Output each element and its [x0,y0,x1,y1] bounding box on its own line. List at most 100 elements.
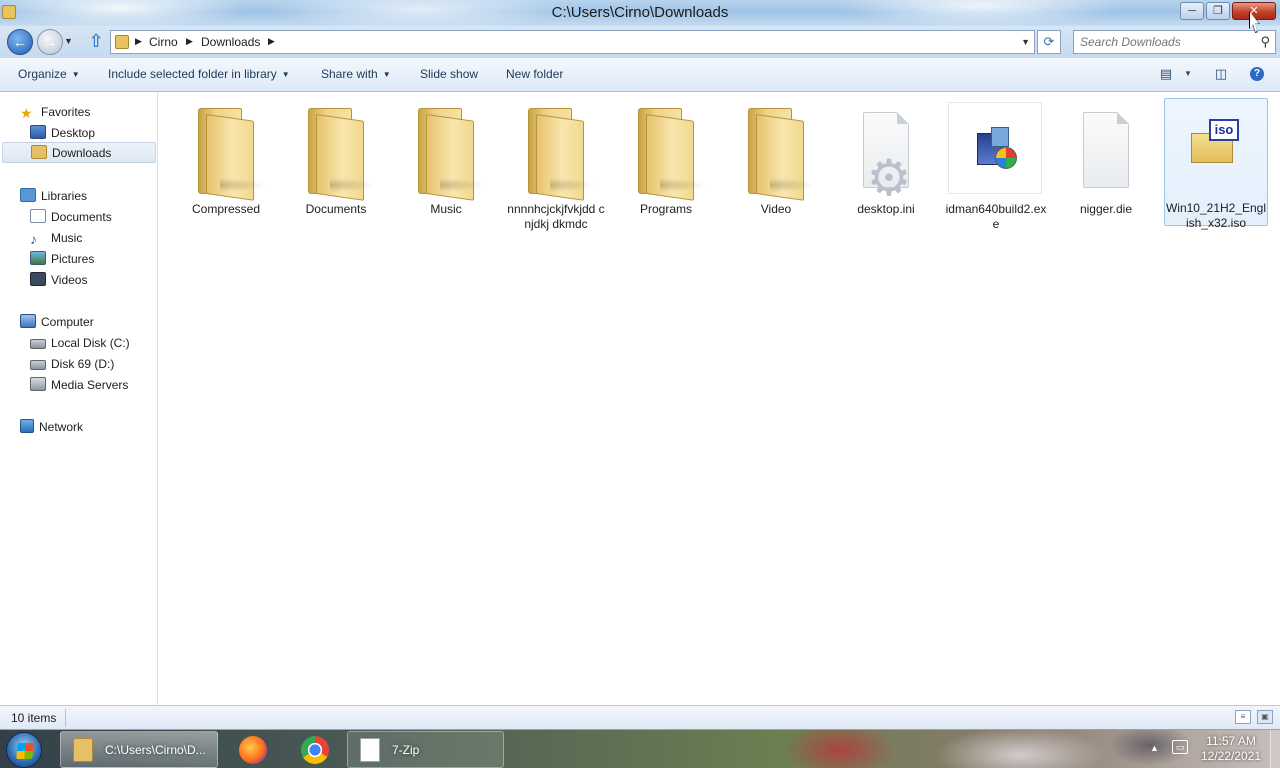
sidebar-item-label: Network [39,420,84,434]
document-icon [360,738,380,762]
sidebar-item-label: Music [51,231,83,245]
status-divider [65,709,66,727]
sidebar-item-pictures[interactable]: Pictures [30,249,94,270]
sidebar-item-videos[interactable]: Videos [30,270,87,291]
desktop-icon [30,125,46,139]
folder-item-programs[interactable]: Programs [614,100,718,228]
sidebar-item-desktop[interactable]: Desktop [30,123,95,144]
network-icon [20,419,34,433]
folder-icon [748,108,816,201]
taskbar-explorer-window[interactable]: C:\Users\Cirno\D... [60,731,218,768]
sidebar-item-label: Favorites [41,105,91,119]
breadcrumb-separator-icon[interactable]: ▶ [135,36,142,47]
search-box[interactable]: ⚲ [1073,30,1276,54]
include-in-library-button[interactable]: Include selected folder in library ▼ [108,67,290,81]
more-views-dropdown-icon[interactable]: ▼ [1180,66,1196,82]
maximize-button[interactable]: ❐ [1206,2,1230,20]
file-item-desktop-ini[interactable]: ⚙ desktop.ini [834,100,938,228]
change-view-icon[interactable]: ▤ [1158,66,1174,82]
file-item-idman-exe[interactable]: idman640build2.exe [944,100,1048,231]
details-view-icon[interactable]: ≡ [1235,710,1251,724]
sidebar-item-label: Local Disk (C:) [51,336,130,350]
sidebar-item-media-servers[interactable]: Media Servers [30,375,128,396]
hard-drive-icon [30,339,46,349]
file-list[interactable]: Compressed Documents Music nnnnhcjckjfvk… [159,92,1280,705]
iso-badge: iso [1209,119,1239,141]
address-bar[interactable]: ▶ Cirno ▶ Downloads ▶ ▼ [110,30,1035,54]
clock-date: 12/22/2021 [1200,749,1262,763]
taskbar: C:\Users\Cirno\D... 7-Zip ▲ ▭ 11:57 AM 1… [0,729,1280,768]
sidebar-item-documents[interactable]: Documents [30,207,112,228]
file-name: Documents [305,202,367,216]
taskbar-7zip-window[interactable]: 7-Zip [347,731,504,768]
breadcrumb-separator-icon[interactable]: ▶ [268,36,275,47]
blank-file-icon [1083,112,1129,188]
sidebar-item-disk69[interactable]: Disk 69 (D:) [30,354,114,375]
folder-item-compressed[interactable]: Compressed [174,100,278,228]
preview-pane-icon[interactable]: ◫ [1213,66,1229,82]
taskbar-chrome[interactable] [290,731,340,768]
clock-time: 11:57 AM [1206,734,1256,748]
breadcrumb-downloads[interactable]: Downloads [201,35,260,49]
show-desktop-button[interactable] [1270,730,1280,768]
share-with-button[interactable]: Share with ▼ [321,67,391,81]
refresh-button[interactable]: ⟳ [1037,30,1061,54]
network-tray-icon[interactable]: ▭ [1172,740,1188,754]
address-dropdown-icon[interactable]: ▼ [1021,37,1030,47]
show-hidden-icons-icon[interactable]: ▲ [1150,743,1159,753]
folder-item-video[interactable]: Video [724,100,828,228]
title-bar: C:\Users\Cirno\Downloads ─ ❐ ✕ [0,0,1280,26]
status-bar: 10 items ≡ ▣ [0,705,1280,729]
breadcrumb-cirno[interactable]: Cirno [149,35,178,49]
breadcrumb-separator-icon[interactable]: ▶ [186,36,193,47]
search-input[interactable] [1080,34,1255,50]
chrome-icon [301,736,329,764]
file-item-nigger-die[interactable]: nigger.die [1054,100,1158,228]
back-button[interactable]: ← [7,29,33,55]
hard-drive-icon [30,360,46,370]
organize-button[interactable]: Organize ▼ [18,67,80,81]
pictures-icon [30,251,46,265]
share-with-label: Share with [321,67,378,81]
taskbar-7zip-label: 7-Zip [392,743,420,757]
search-icon[interactable]: ⚲ [1260,34,1270,50]
help-icon[interactable]: ? [1250,67,1264,81]
navigation-pane: ★ Favorites Desktop Downloads Libraries D… [0,92,158,705]
sidebar-item-music[interactable]: ♪ Music [30,228,82,249]
firefox-icon [239,736,267,764]
sidebar-item-label: Videos [51,273,88,287]
chevron-down-icon: ▼ [281,70,290,79]
file-name: Music [430,202,462,216]
sidebar-item-label: Media Servers [51,378,129,392]
windows-logo-icon [16,743,34,759]
folder-item-nnnnhcjckjfvkjdd[interactable]: nnnnhcjckjfvkjdd cnjdkj dkmdc [504,100,608,231]
sidebar-item-computer[interactable]: Computer [20,312,94,333]
recent-pages-dropdown-icon[interactable]: ▼ [64,36,73,46]
folder-icon [528,108,596,201]
start-button[interactable] [6,732,42,768]
file-item-win10-iso[interactable]: iso Win10_21H2_English_x32.iso [1164,98,1268,230]
clock[interactable]: 11:57 AM 12/22/2021 [1196,734,1266,764]
file-name: Programs [639,202,692,216]
slide-show-button[interactable]: Slide show [420,67,478,81]
sidebar-item-favorites[interactable]: ★ Favorites [20,102,90,123]
folder-item-documents[interactable]: Documents [284,100,388,228]
folder-item-music[interactable]: Music [394,100,498,228]
forward-button[interactable]: → [37,29,63,55]
folder-icon [308,108,376,201]
taskbar-firefox[interactable] [228,731,278,768]
file-name: nnnnhcjckjfvkjdd cnjdkj dkmdc [507,202,605,231]
minimize-button[interactable]: ─ [1180,2,1204,20]
include-library-label: Include selected folder in library [108,67,277,81]
new-folder-button[interactable]: New folder [506,67,563,81]
large-icons-view-icon[interactable]: ▣ [1257,710,1273,724]
file-name: Compressed [191,202,261,216]
settings-file-icon: ⚙ [863,112,911,203]
sidebar-item-libraries[interactable]: Libraries [20,186,87,207]
sidebar-item-network[interactable]: Network [20,417,83,438]
chevron-down-icon: ▼ [382,70,391,79]
sidebar-item-local-disk[interactable]: Local Disk (C:) [30,333,130,354]
up-folder-button[interactable]: ⇧ [86,31,106,51]
gear-icon: ⚙ [866,150,912,206]
sidebar-item-downloads[interactable]: Downloads [2,142,156,163]
